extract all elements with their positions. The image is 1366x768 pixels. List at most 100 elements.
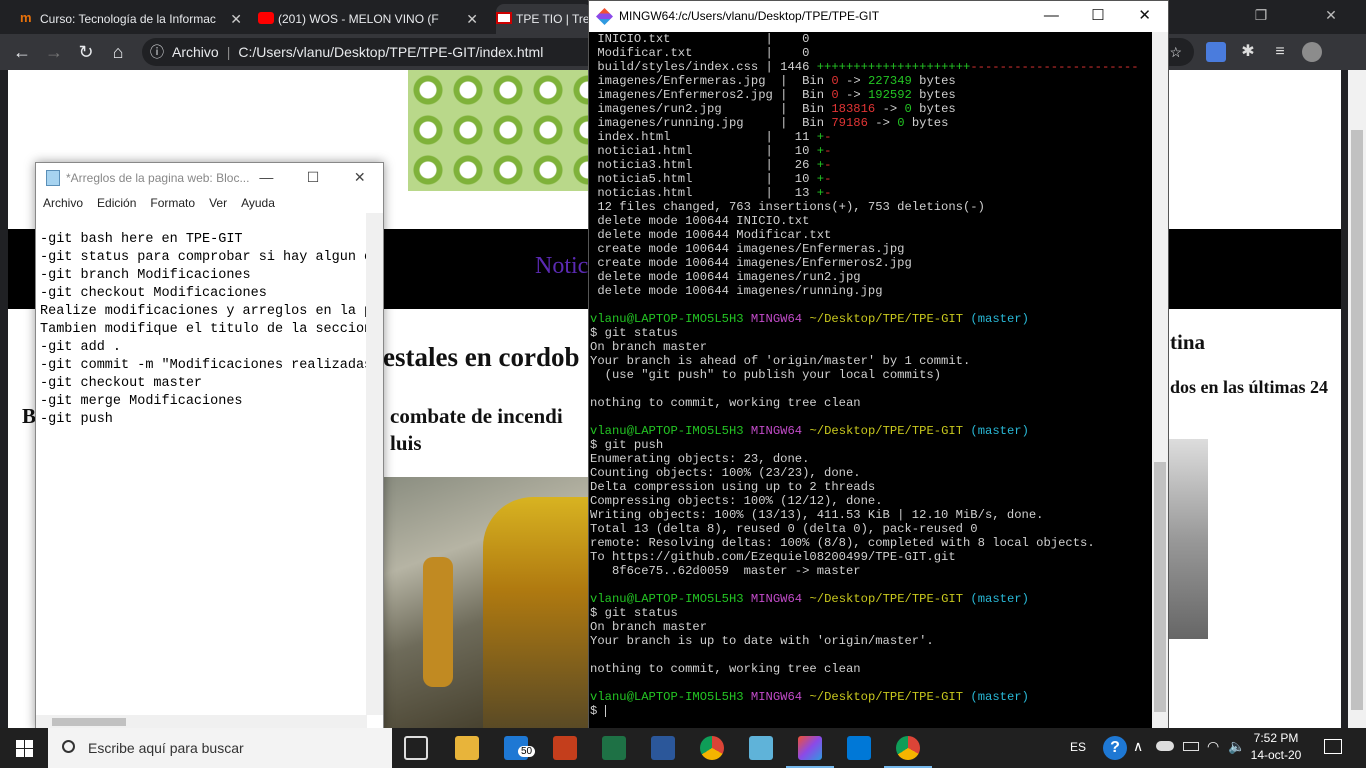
gitbash-titlebar[interactable]: MINGW64:/c/Users/vlanu/Desktop/TPE/TPE-G… bbox=[589, 1, 1168, 32]
terminal-line: Counting objects: 100% (23/23), done. bbox=[590, 466, 861, 480]
terminal-line: imagenes/Enfermeras.jpg | Bin 0 -> 22734… bbox=[590, 74, 956, 88]
star-icon[interactable]: ☆ bbox=[1169, 38, 1182, 66]
chrome-icon[interactable] bbox=[884, 736, 932, 768]
powerpoint-icon[interactable] bbox=[553, 736, 577, 760]
media-icon[interactable]: ≡ bbox=[1270, 42, 1290, 62]
start-button[interactable] bbox=[0, 728, 48, 768]
page-scrollbar[interactable] bbox=[1348, 70, 1366, 728]
battery-icon[interactable] bbox=[1183, 742, 1199, 751]
terminal-output[interactable]: INICIO.txt | 0 Modificar.txt | 0 build/s… bbox=[590, 32, 1152, 729]
restore-icon[interactable]: ❐ bbox=[1226, 0, 1296, 34]
menu-edicion[interactable]: Edición bbox=[97, 193, 136, 213]
notepad-titlebar[interactable]: *Arreglos de la pagina web: Bloc... — ☐ … bbox=[36, 163, 383, 193]
notifications-icon[interactable] bbox=[1324, 739, 1342, 754]
terminal-line: delete mode 100644 Modificar.txt bbox=[590, 228, 832, 242]
translate-icon[interactable] bbox=[1206, 42, 1226, 62]
notepad-horizontal-scrollbar[interactable] bbox=[36, 715, 367, 729]
menu-formato[interactable]: Formato bbox=[150, 193, 195, 213]
task-view-icon[interactable] bbox=[404, 736, 428, 760]
news-headline[interactable]: combate de incendi bbox=[390, 404, 563, 429]
news-headline[interactable]: estales en cordob bbox=[383, 342, 579, 373]
terminal-line: noticias.html | 13 +- bbox=[590, 186, 832, 200]
mail-icon[interactable]: 50 bbox=[504, 736, 536, 760]
terminal-prompt: vlanu@LAPTOP-IMO5L5H3 MINGW64 ~/Desktop/… bbox=[590, 592, 1029, 606]
terminal-input-line[interactable]: $ bbox=[590, 704, 1152, 718]
notepad-menubar: Archivo Edición Formato Ver Ayuda bbox=[36, 193, 383, 213]
terminal-line: nothing to commit, working tree clean bbox=[590, 662, 861, 676]
terminal-line: Enumerating objects: 23, done. bbox=[590, 452, 810, 466]
minimize-icon[interactable]: — bbox=[243, 163, 290, 193]
page-icon bbox=[496, 12, 512, 24]
text-line: -git checkout Modificaciones bbox=[40, 286, 267, 301]
tab-youtube[interactable]: (201) WOS - MELON VINO (F ✕ bbox=[258, 4, 484, 34]
terminal-prompt: vlanu@LAPTOP-IMO5L5H3 MINGW64 ~/Desktop/… bbox=[590, 690, 1152, 704]
volume-icon[interactable]: 🔈 bbox=[1228, 738, 1245, 755]
news-headline[interactable]: luis bbox=[390, 431, 422, 456]
chevron-up-icon[interactable]: ∧ bbox=[1133, 738, 1143, 755]
close-icon[interactable]: ✕ bbox=[1121, 1, 1168, 32]
gitbash-window-controls: — ☐ ✕ bbox=[1028, 1, 1168, 32]
tab-curso[interactable]: m Curso: Tecnología de la Informac ✕ bbox=[20, 4, 248, 34]
git-bash-app-icon[interactable] bbox=[786, 736, 834, 768]
prompt-user: vlanu@LAPTOP-IMO5L5H3 bbox=[590, 690, 744, 704]
news-headline[interactable]: dos en las últimas 24 bbox=[1170, 377, 1328, 398]
terminal-line: 12 files changed, 763 insertions(+), 753… bbox=[590, 200, 985, 214]
word-icon[interactable] bbox=[651, 736, 675, 760]
language-indicator[interactable]: ES bbox=[1070, 740, 1086, 754]
text-line: -git add . bbox=[40, 340, 122, 355]
help-icon[interactable]: ? bbox=[1103, 736, 1127, 760]
menu-ver[interactable]: Ver bbox=[209, 193, 227, 213]
forward-button[interactable]: → bbox=[42, 40, 66, 64]
file-explorer-icon[interactable] bbox=[455, 736, 479, 760]
avatar[interactable] bbox=[1302, 42, 1322, 62]
extensions-icon[interactable]: ✱ bbox=[1238, 42, 1258, 62]
reload-button[interactable]: ↻ bbox=[74, 40, 98, 64]
menu-archivo[interactable]: Archivo bbox=[43, 193, 83, 213]
news-headline[interactable]: tina bbox=[1170, 330, 1205, 355]
chrome-icon[interactable] bbox=[700, 736, 724, 760]
system-clock[interactable]: 7:52 PM 14-oct-20 bbox=[1248, 730, 1304, 764]
terminal-line: delete mode 100644 imagenes/run2.jpg bbox=[590, 270, 861, 284]
close-icon[interactable]: ✕ bbox=[1296, 0, 1366, 34]
terminal-line: (use "git push" to publish your local co… bbox=[590, 368, 942, 382]
terminal-line: create mode 100644 imagenes/Enfermeras.j… bbox=[590, 242, 905, 256]
home-button[interactable]: ⌂ bbox=[106, 40, 130, 64]
news-headline[interactable]: B bbox=[22, 404, 36, 429]
terminal-line: create mode 100644 imagenes/Enfermeros2.… bbox=[590, 256, 912, 270]
notepad-title: *Arreglos de la pagina web: Bloc... bbox=[66, 171, 250, 185]
info-icon[interactable]: ⓘ bbox=[150, 38, 164, 66]
onedrive-icon[interactable] bbox=[1156, 741, 1174, 751]
vscode-icon[interactable] bbox=[847, 736, 871, 760]
moodle-icon: m bbox=[20, 10, 32, 25]
close-icon[interactable]: ✕ bbox=[230, 11, 242, 28]
close-icon[interactable]: ✕ bbox=[336, 163, 383, 193]
notepad-text-area[interactable]: -git bash here en TPE-GIT -git status par… bbox=[40, 213, 367, 715]
close-icon[interactable]: ✕ bbox=[466, 11, 478, 28]
prompt-system: MINGW64 bbox=[750, 690, 803, 704]
menu-ayuda[interactable]: Ayuda bbox=[241, 193, 275, 213]
taskbar-search[interactable]: Escribe aquí para buscar bbox=[48, 728, 392, 768]
notepad-app-icon[interactable] bbox=[749, 736, 773, 760]
minimize-icon[interactable]: — bbox=[1028, 1, 1075, 32]
notepad-window: *Arreglos de la pagina web: Bloc... — ☐ … bbox=[35, 162, 384, 730]
back-button[interactable]: ← bbox=[10, 40, 34, 64]
terminal-line: Modificar.txt | 0 bbox=[590, 46, 810, 60]
text-line: -git merge Modificaciones bbox=[40, 394, 243, 409]
terminal-prompt: vlanu@LAPTOP-IMO5L5H3 MINGW64 ~/Desktop/… bbox=[590, 312, 1029, 326]
notepad-vertical-scrollbar[interactable] bbox=[366, 213, 383, 715]
text-line: -git push bbox=[40, 412, 113, 427]
browser-window-controls: ❐ ✕ bbox=[1226, 0, 1366, 34]
text-line: -git checkout master bbox=[40, 376, 203, 391]
nav-link-noticias[interactable]: Notic bbox=[535, 253, 588, 280]
terminal-line: imagenes/Enfermeros2.jpg | Bin 0 -> 1925… bbox=[590, 88, 956, 102]
prompt-path: ~/Desktop/TPE/TPE-GIT bbox=[809, 690, 964, 704]
maximize-icon[interactable]: ☐ bbox=[290, 163, 337, 193]
terminal-scrollbar[interactable] bbox=[1152, 32, 1168, 729]
terminal-line: index.html | 11 +- bbox=[590, 130, 832, 144]
gitbash-title: MINGW64:/c/Users/vlanu/Desktop/TPE/TPE-G… bbox=[619, 9, 880, 23]
excel-icon[interactable] bbox=[602, 736, 626, 760]
wifi-icon[interactable]: ◠ bbox=[1207, 738, 1219, 755]
tab-tpe[interactable]: TPE TIO | Tre bbox=[496, 4, 592, 34]
maximize-icon[interactable]: ☐ bbox=[1075, 1, 1122, 32]
